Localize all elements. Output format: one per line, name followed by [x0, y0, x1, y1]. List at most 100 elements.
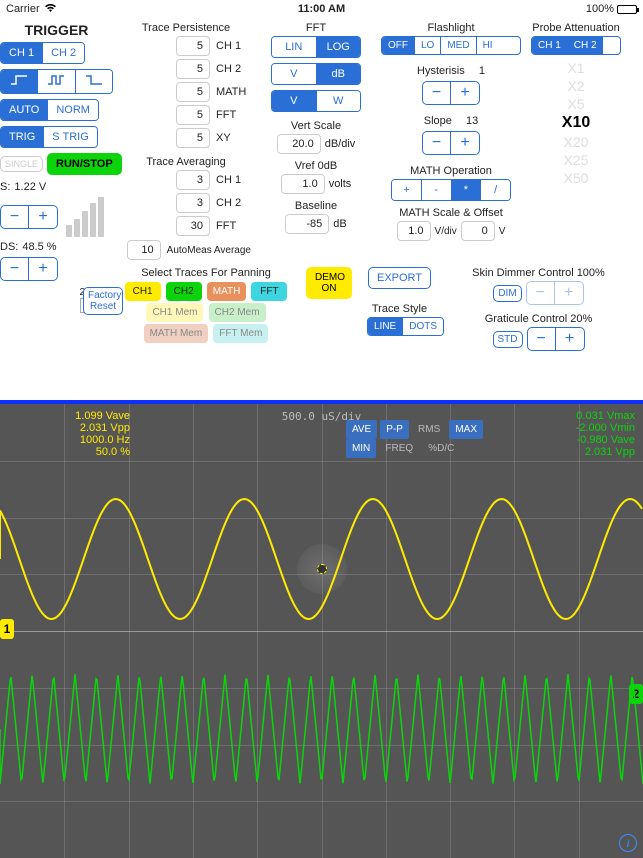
s-stepper[interactable]: − + [0, 205, 58, 229]
dim-button[interactable]: DIM [493, 285, 521, 302]
trigger-norm[interactable]: NORM [48, 100, 98, 120]
fft-unit1-seg[interactable]: V dB [271, 63, 361, 85]
plus-icon[interactable]: + [451, 132, 479, 154]
trigger-channel-seg[interactable]: CH 1 CH 2 [0, 42, 85, 64]
pan-ch2m[interactable]: CH2 Mem [209, 303, 266, 322]
atten-X2[interactable]: X2 [531, 77, 621, 95]
atten-X10[interactable]: X10 [531, 113, 621, 133]
plus-icon[interactable]: + [29, 206, 57, 228]
vref-val[interactable]: 1.0 [281, 174, 325, 194]
plus-icon[interactable]: + [29, 258, 57, 280]
grat-stepper[interactable]: −+ [527, 327, 585, 351]
math-minus[interactable]: - [422, 180, 452, 200]
edge-rising-icon[interactable] [1, 70, 38, 93]
fft-log[interactable]: LOG [317, 37, 361, 57]
fft-v2[interactable]: V [272, 91, 317, 111]
persist-val-2[interactable]: 5 [176, 82, 210, 102]
meas-freq[interactable]: FREQ [379, 439, 419, 458]
atten-X50[interactable]: X50 [531, 169, 621, 187]
flash-off[interactable]: OFF [382, 37, 415, 54]
trigger-auto[interactable]: AUTO [1, 100, 48, 120]
probe-ch-seg[interactable]: CH 1 CH 2 [531, 36, 621, 55]
fft-lin[interactable]: LIN [272, 37, 317, 57]
slope-stepper[interactable]: −+ [422, 131, 480, 155]
autom-val[interactable]: 10 [127, 240, 161, 260]
runstop-button[interactable]: RUN/STOP [47, 153, 122, 175]
avg-val-2[interactable]: 30 [176, 216, 210, 236]
pan-fftm[interactable]: FFT Mem [213, 324, 268, 343]
minus-icon[interactable]: − [528, 328, 556, 350]
trigger-trig[interactable]: TRIG [1, 127, 44, 147]
math-star[interactable]: * [452, 180, 482, 200]
pan-mathm[interactable]: MATH Mem [144, 324, 209, 343]
flashlight-seg[interactable]: OFF LO MED HI [381, 36, 521, 55]
persist-val-3[interactable]: 5 [176, 105, 210, 125]
meas-dc[interactable]: %D/C [422, 439, 460, 458]
single-button[interactable]: SINGLE [0, 156, 43, 172]
trigger-type-seg[interactable]: TRIG S TRIG [0, 126, 98, 148]
atten-X5[interactable]: X5 [531, 95, 621, 113]
hyst-stepper[interactable]: −+ [422, 81, 480, 105]
math-op-seg[interactable]: + - * / [391, 179, 511, 201]
fft-db[interactable]: dB [317, 64, 361, 84]
persist-val-1[interactable]: 5 [176, 59, 210, 79]
trigger-edge-seg[interactable] [0, 69, 113, 94]
fft-v1[interactable]: V [272, 64, 317, 84]
meas-ave[interactable]: AVE [346, 420, 377, 439]
minus-icon[interactable]: − [527, 282, 555, 304]
meas-max[interactable]: MAX [449, 420, 483, 439]
pan-ch2[interactable]: CH2 [166, 282, 202, 301]
edge-falling-icon[interactable] [76, 70, 112, 93]
trigger-ch2[interactable]: CH 2 [43, 43, 84, 63]
atten-picker[interactable]: X1X2X5X10X20X25X50 [531, 59, 621, 187]
avg-val-0[interactable]: 3 [176, 170, 210, 190]
atten-X25[interactable]: X25 [531, 151, 621, 169]
probe-ch1[interactable]: CH 1 [532, 37, 568, 54]
persist-val-4[interactable]: 5 [176, 128, 210, 148]
fft-unit2-seg[interactable]: V W [271, 90, 361, 112]
factory-reset-button[interactable]: Factory Reset [83, 287, 123, 315]
trigger-ch1[interactable]: CH 1 [1, 43, 43, 63]
flash-lo[interactable]: LO [415, 37, 441, 54]
avg-val-1[interactable]: 3 [176, 193, 210, 213]
pan-fft[interactable]: FFT [251, 282, 287, 301]
minus-icon[interactable]: − [1, 258, 29, 280]
info-icon[interactable]: i [619, 834, 637, 852]
math-plus[interactable]: + [392, 180, 422, 200]
meas-rms[interactable]: RMS [412, 420, 446, 439]
fft-scale-seg[interactable]: LIN LOG [271, 36, 361, 58]
fft-w[interactable]: W [317, 91, 361, 111]
minus-icon[interactable]: − [423, 132, 451, 154]
pan-ch1[interactable]: CH1 [125, 282, 161, 301]
trigger-strig[interactable]: S TRIG [44, 127, 96, 147]
vert-val[interactable]: 20.0 [277, 134, 321, 154]
pan-math[interactable]: MATH [207, 282, 247, 301]
flash-med[interactable]: MED [441, 37, 476, 54]
atten-X1[interactable]: X1 [531, 59, 621, 77]
math-off-val[interactable]: 0 [461, 221, 495, 241]
persist-val-0[interactable]: 5 [176, 36, 210, 56]
minus-icon[interactable]: − [423, 82, 451, 104]
probe-ch2[interactable]: CH 2 [568, 37, 603, 54]
math-scale-val[interactable]: 1.0 [397, 221, 431, 241]
trace-style-seg[interactable]: LINE DOTS [367, 317, 444, 336]
flash-hi[interactable]: HI [477, 37, 499, 54]
base-val[interactable]: -85 [285, 214, 329, 234]
skin-stepper[interactable]: −+ [526, 281, 584, 305]
trigger-mode-seg[interactable]: AUTO NORM [0, 99, 99, 121]
edge-both-icon[interactable] [38, 70, 75, 93]
style-line[interactable]: LINE [368, 318, 403, 335]
demo-button[interactable]: DEMO ON [306, 267, 352, 299]
ds-stepper[interactable]: − + [0, 257, 58, 281]
plus-icon[interactable]: + [451, 82, 479, 104]
math-slash[interactable]: / [481, 180, 510, 200]
std-button[interactable]: STD [493, 331, 523, 348]
plus-icon[interactable]: + [556, 328, 584, 350]
meas-pp[interactable]: P-P [380, 420, 409, 439]
pan-ch1m[interactable]: CH1 Mem [146, 303, 203, 322]
oscilloscope-display[interactable]: /*grid drawn below via JS*/ 1.099 Vave 2… [0, 404, 643, 858]
plus-icon[interactable]: + [555, 282, 583, 304]
style-dots[interactable]: DOTS [403, 318, 443, 335]
atten-X20[interactable]: X20 [531, 133, 621, 151]
meas-min[interactable]: MIN [346, 439, 376, 458]
